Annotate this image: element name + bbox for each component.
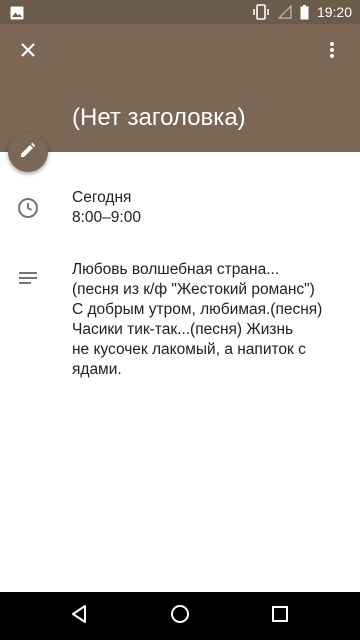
navigation-bar — [0, 592, 360, 640]
event-time-range: 8:00–9:00 — [72, 209, 141, 226]
edit-pencil-icon — [19, 141, 37, 163]
more-options-button[interactable] — [312, 32, 352, 72]
image-notification-icon — [10, 5, 24, 20]
vibrate-icon — [252, 4, 270, 20]
description-line: С добрым утром, любимая.(песня) — [72, 301, 323, 318]
status-right-group: 19:20 — [252, 0, 352, 24]
description-line: ядами. — [72, 361, 122, 378]
home-icon — [170, 604, 190, 628]
battery-icon — [300, 4, 309, 20]
back-button[interactable] — [50, 592, 110, 640]
recents-icon — [271, 605, 289, 627]
clock-icon — [16, 196, 40, 220]
notes-icon — [16, 266, 40, 290]
event-day: Сегодня — [72, 189, 132, 206]
back-icon — [70, 604, 90, 628]
event-description: Любовь волшебная страна... (песня из к/ф… — [72, 260, 342, 380]
status-bar: 19:20 — [0, 0, 360, 24]
description-line: Часики тик-так...(песня) Жизнь — [72, 321, 294, 338]
description-line: (песня из к/ф "Жестокий романс") — [72, 281, 315, 298]
close-button[interactable] — [8, 32, 48, 72]
recents-button[interactable] — [250, 592, 310, 640]
description-line: Любовь волшебная страна... — [72, 261, 280, 278]
event-time-block: Сегодня 8:00–9:00 — [72, 188, 342, 228]
status-time: 19:20 — [316, 4, 352, 20]
close-icon — [20, 42, 36, 62]
home-button[interactable] — [150, 592, 210, 640]
event-title: (Нет заголовка) — [72, 104, 246, 131]
more-vert-icon — [329, 41, 335, 63]
signal-icon — [277, 5, 292, 19]
event-details-screen: 19:20 (Нет заголовка) Сегодня 8:00–9:00 … — [0, 0, 360, 640]
description-line: не кусочек лакомый, а напиток с — [72, 341, 306, 358]
event-header: (Нет заголовка) — [0, 24, 360, 152]
edit-button[interactable] — [8, 132, 48, 172]
